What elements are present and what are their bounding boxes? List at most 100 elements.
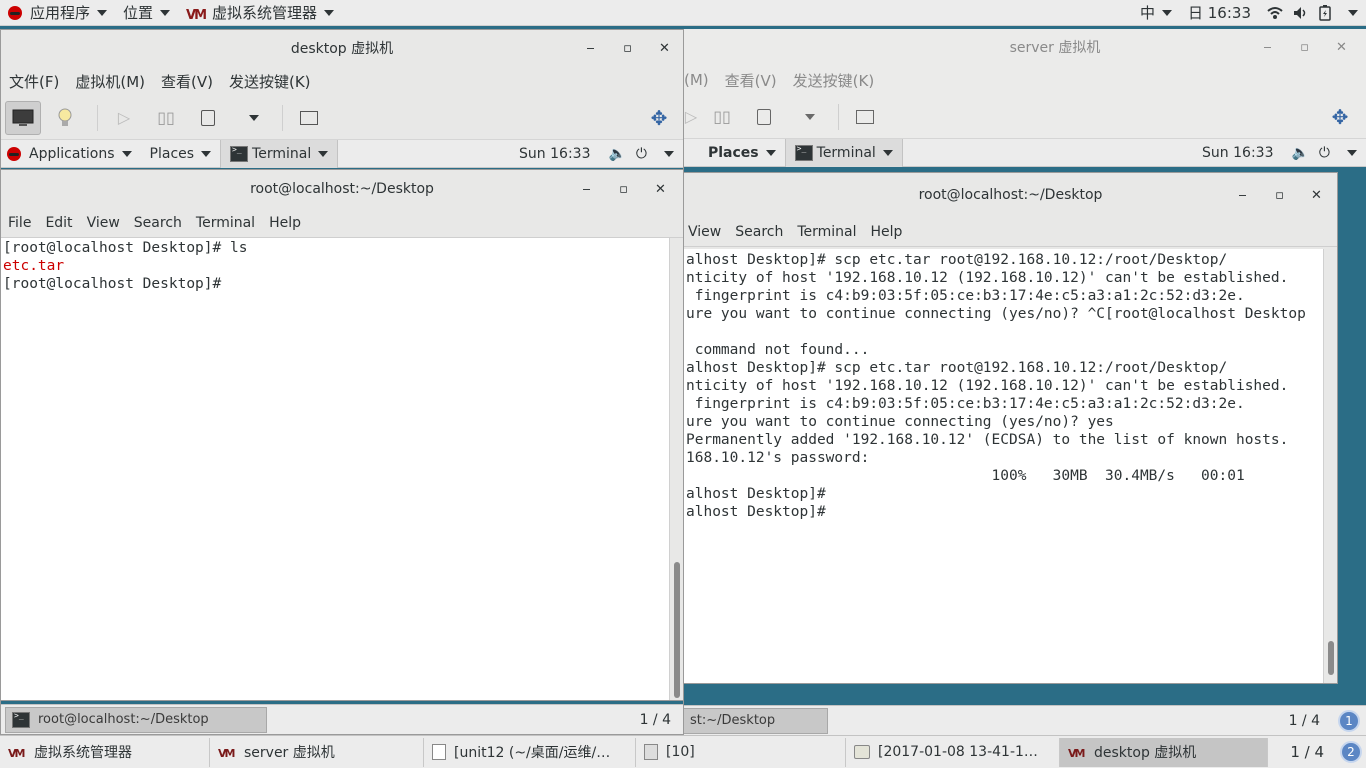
server-terminal-window[interactable]: root@localhost:~/Desktop ‒ ▫ ✕ View Sear… <box>684 172 1338 684</box>
terminal-titlebar[interactable]: root@localhost:~/Desktop ‒ ▫ ✕ <box>1 170 683 208</box>
desktop-guest-screen[interactable]: Applications Places Terminal Sun 16:33 🔈… <box>1 140 683 734</box>
menu-edit[interactable]: Edit <box>38 215 79 231</box>
guest-clock[interactable]: Sun 16:33 <box>510 140 599 168</box>
workspace-pager[interactable]: 1 / 4 <box>640 712 671 728</box>
menu-file[interactable]: 文件(F) <box>1 71 67 92</box>
applications-label: Applications <box>29 145 115 162</box>
taskbar-item[interactable]: [10] <box>636 737 846 767</box>
system-status-menu[interactable] <box>1259 0 1366 26</box>
terminal-titlebar[interactable]: root@localhost:~/Desktop ‒ ▫ ✕ <box>684 173 1337 217</box>
close-icon[interactable]: ✕ <box>642 182 679 197</box>
input-method-label: 中 <box>1139 4 1155 22</box>
desktop-vm-toolbar: ▷ ▯▯ ✥ <box>1 96 683 140</box>
maximize-icon[interactable]: ▫ <box>1286 40 1323 55</box>
pause-button[interactable]: ▯▯ <box>704 100 740 134</box>
chevron-down-icon <box>882 149 893 156</box>
shutdown-button[interactable] <box>746 100 782 134</box>
menu-view[interactable]: View <box>684 224 728 240</box>
taskbar-item[interactable]: server 虚拟机 <box>210 737 424 767</box>
menu-vm[interactable]: (M) <box>684 71 717 89</box>
guest-places-menu[interactable]: Places <box>684 139 785 167</box>
guest-applications-menu[interactable]: Applications <box>1 140 141 168</box>
server-vm-titlebar[interactable]: server 虚拟机 ‒ ▫ ✕ <box>684 29 1366 65</box>
places-menu[interactable]: 位置 <box>115 0 178 26</box>
maximize-icon[interactable]: ▫ <box>605 182 642 197</box>
scrollbar-thumb[interactable] <box>674 562 680 698</box>
guest-system-menu[interactable]: 🔈 ⏻ <box>599 140 683 168</box>
pause-button[interactable]: ▯▯ <box>148 101 184 135</box>
scrollbar-thumb[interactable] <box>1328 641 1334 675</box>
menu-file[interactable]: File <box>1 215 38 231</box>
terminal-line: alhost Desktop]# <box>686 486 835 502</box>
snapshot-button[interactable] <box>847 100 883 134</box>
minimize-icon[interactable]: ‒ <box>572 41 609 56</box>
server-guest-screen[interactable]: Places Terminal Sun 16:33 🔈 ⏻ root@local… <box>684 139 1366 735</box>
taskbar-item[interactable]: [unit12 (~/桌面/运维/… <box>424 737 636 767</box>
minimize-icon[interactable]: ‒ <box>1224 188 1261 203</box>
terminal-scrollbar[interactable] <box>669 238 683 700</box>
redhat-icon <box>7 146 21 161</box>
console-button[interactable] <box>5 100 41 135</box>
menu-send-key[interactable]: 发送按键(K) <box>785 70 883 91</box>
current-app-menu[interactable]: 虚拟系统管理器 <box>178 0 342 26</box>
desktop-vm-titlebar[interactable]: desktop 虚拟机 ‒ ▫ ✕ <box>1 30 683 66</box>
menu-send-key[interactable]: 发送按键(K) <box>221 71 319 92</box>
shutdown-menu-button[interactable] <box>232 101 268 135</box>
guest-clock[interactable]: Sun 16:33 <box>1193 139 1282 167</box>
guest-window-list-item[interactable]: st:~/Desktop <box>684 707 828 734</box>
taskbar-item[interactable]: 虚拟系统管理器 <box>0 737 210 767</box>
run-button[interactable]: ▷ <box>106 101 142 135</box>
menu-view[interactable]: 查看(V) <box>153 71 221 92</box>
close-icon[interactable]: ✕ <box>1323 40 1360 55</box>
applications-menu[interactable]: 应用程序 <box>0 0 115 26</box>
input-method-menu[interactable]: 中 <box>1132 0 1180 26</box>
menu-view[interactable]: View <box>80 215 127 231</box>
close-icon[interactable]: ✕ <box>646 41 683 56</box>
run-button[interactable]: ▷ <box>684 100 698 134</box>
menu-help[interactable]: Help <box>262 215 308 231</box>
shutdown-button[interactable] <box>190 101 226 135</box>
applications-label: 应用程序 <box>30 4 91 22</box>
desktop-terminal-window[interactable]: root@localhost:~/Desktop ‒ ▫ ✕ File Edit… <box>1 169 683 701</box>
workspace-badge[interactable]: 2 <box>1340 741 1362 763</box>
shutdown-menu-button[interactable] <box>788 100 824 134</box>
taskbar-item-active[interactable]: desktop 虚拟机 <box>1060 737 1268 767</box>
maximize-icon[interactable]: ▫ <box>1261 188 1298 203</box>
terminal-output[interactable]: [root@localhost Desktop]# ls etc.tar [root… <box>1 238 669 700</box>
taskbar-item-label: [2017-01-08 13-41-1… <box>878 744 1038 760</box>
host-top-bar: 应用程序 位置 虚拟系统管理器 中 日 16:33 <box>0 0 1366 26</box>
maximize-icon[interactable]: ▫ <box>609 41 646 56</box>
menu-help[interactable]: Help <box>864 224 910 240</box>
fullscreen-button[interactable]: ✥ <box>641 101 677 135</box>
close-icon[interactable]: ✕ <box>1298 188 1335 203</box>
guest-places-menu[interactable]: Places <box>141 140 221 168</box>
terminal-scrollbar[interactable] <box>1323 249 1337 683</box>
menu-terminal[interactable]: Terminal <box>790 224 863 240</box>
minimize-icon[interactable]: ‒ <box>1249 40 1286 55</box>
minimize-icon[interactable]: ‒ <box>568 182 605 197</box>
chevron-down-icon <box>160 9 171 16</box>
workspace-badge[interactable]: 1 <box>1338 709 1360 732</box>
details-button[interactable] <box>47 101 83 135</box>
clock[interactable]: 日 16:33 <box>1180 0 1259 26</box>
terminal-line: nticity of host '192.168.10.12 (192.168.… <box>686 378 1289 394</box>
menu-search[interactable]: Search <box>728 224 790 240</box>
terminal-output[interactable]: alhost Desktop]# scp etc.tar root@192.16… <box>684 249 1323 683</box>
desktop-vm-window[interactable]: desktop 虚拟机 ‒ ▫ ✕ 文件(F) 虚拟机(M) 查看(V) 发送按… <box>0 29 684 735</box>
guest-system-menu[interactable]: 🔈 ⏻ <box>1282 139 1366 167</box>
guest-window-list-item[interactable]: root@localhost:~/Desktop <box>5 706 267 733</box>
menu-search[interactable]: Search <box>127 215 189 231</box>
menu-view[interactable]: 查看(V) <box>717 70 785 91</box>
workspace-pager[interactable]: 1 / 4 <box>1290 743 1324 761</box>
workspace-pager[interactable]: 1 / 4 <box>1289 713 1320 729</box>
chevron-down-icon <box>201 150 212 157</box>
guest-terminal-task[interactable]: Terminal <box>784 139 903 167</box>
taskbar-item[interactable]: [2017-01-08 13-41-1… <box>846 737 1060 767</box>
guest-terminal-task[interactable]: Terminal <box>220 140 339 168</box>
menu-vm[interactable]: 虚拟机(M) <box>67 71 153 92</box>
fullscreen-button[interactable]: ✥ <box>1322 100 1358 134</box>
server-vm-window[interactable]: server 虚拟机 ‒ ▫ ✕ (M) 查看(V) 发送按键(K) ▷ ▯▯ … <box>684 29 1366 735</box>
snapshot-button[interactable] <box>291 101 327 135</box>
menu-terminal[interactable]: Terminal <box>189 215 262 231</box>
